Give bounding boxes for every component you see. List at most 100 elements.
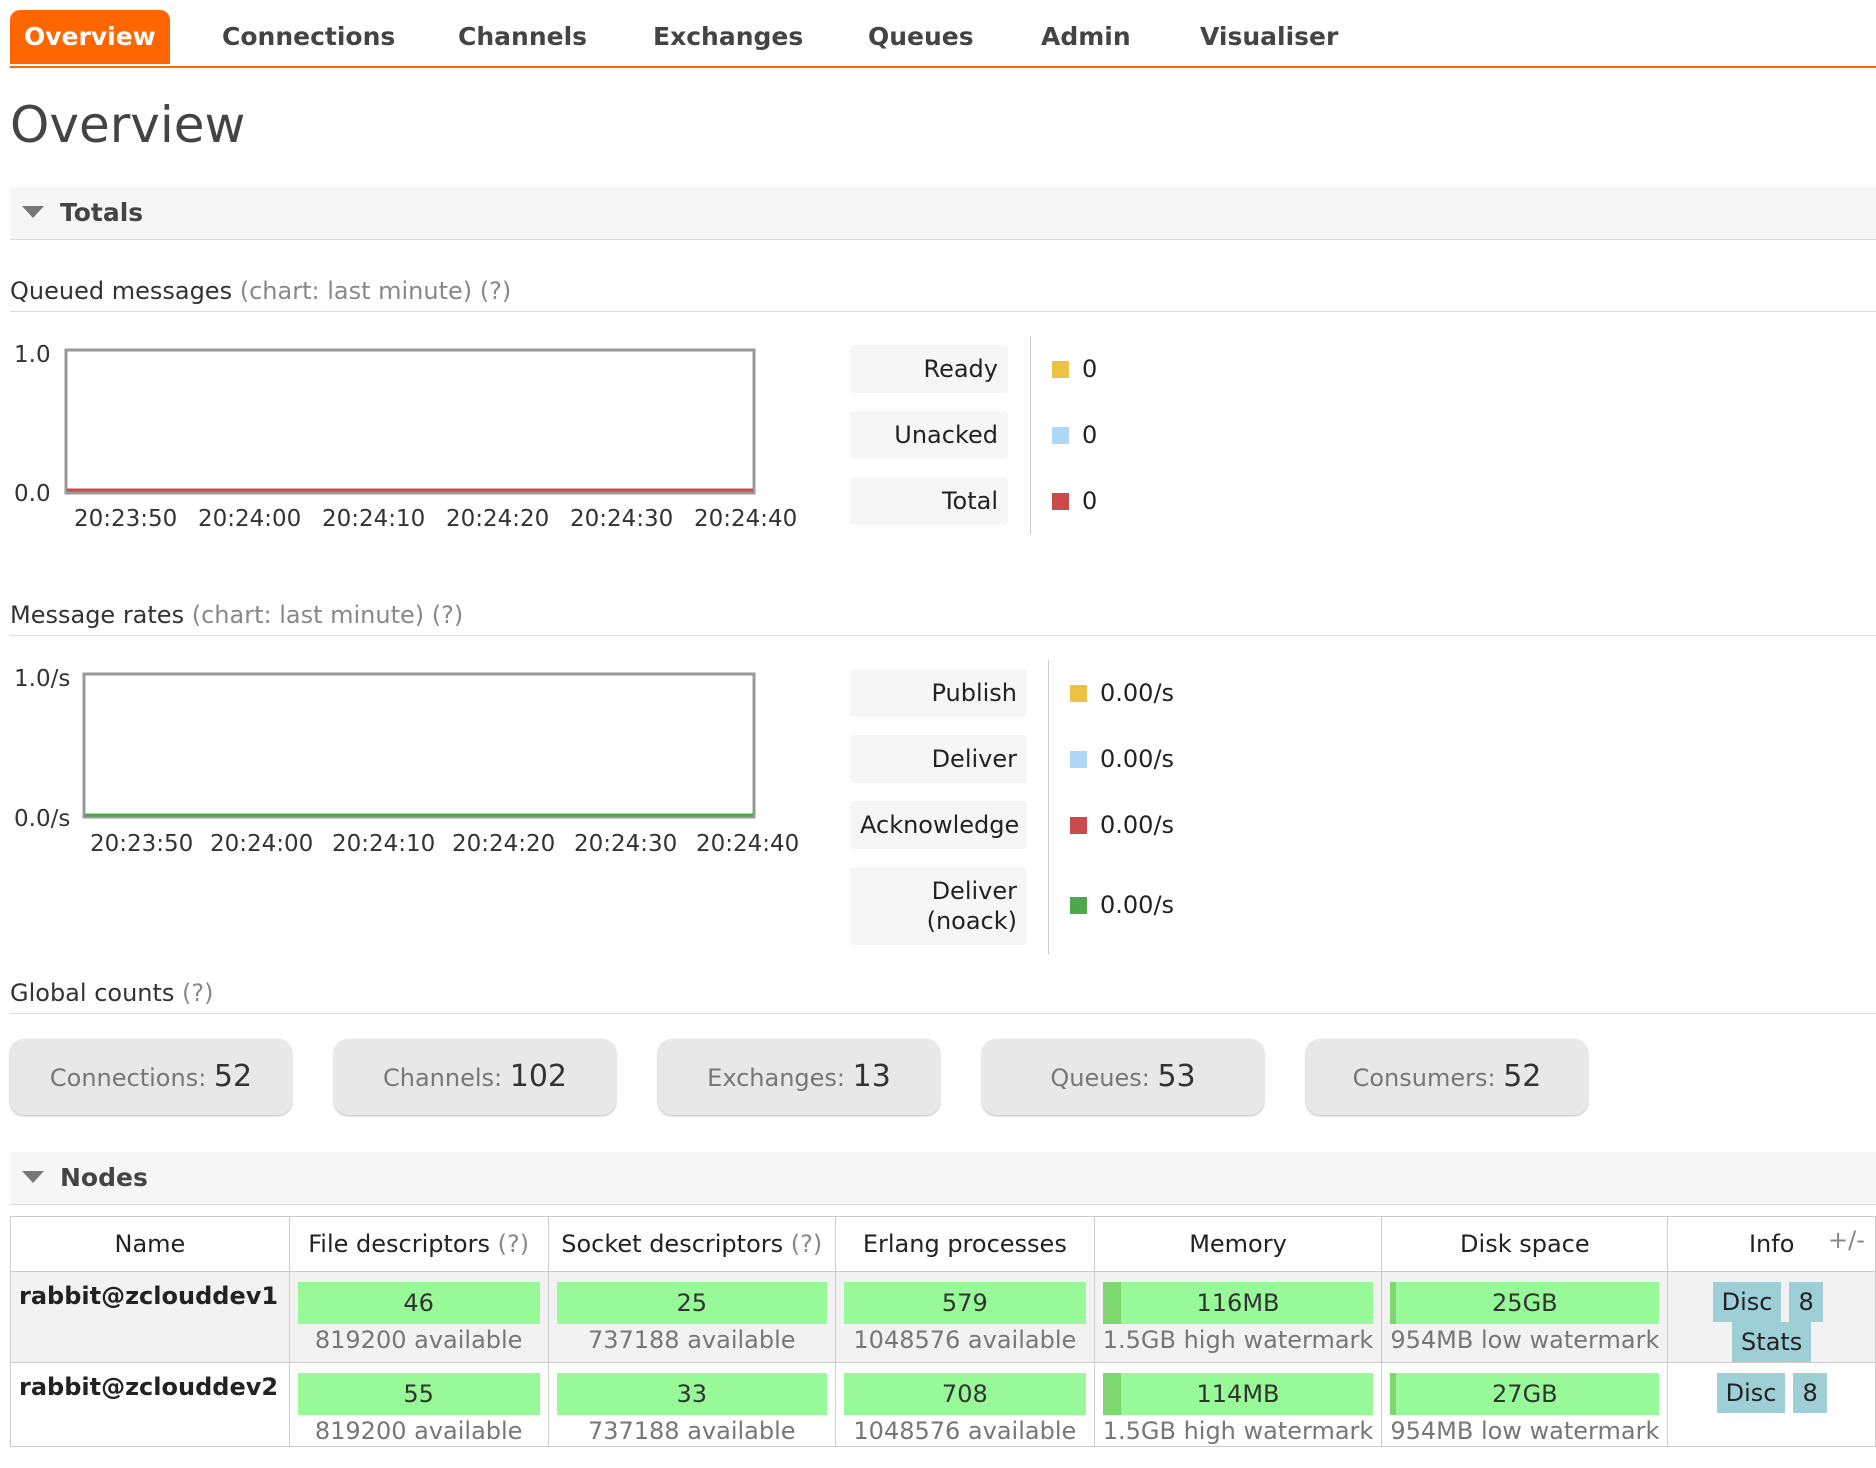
exchanges-count-button[interactable]: Exchanges: 13 (658, 1039, 940, 1115)
legend-deliver-swatch (1070, 751, 1087, 768)
rates-help-link[interactable]: (?) (432, 601, 463, 629)
disk-cell: 25GB 954MB low watermark (1381, 1271, 1669, 1363)
legend-deliver-noack-line1: Deliver (931, 877, 1017, 905)
memory-watermark: 1.5GB high watermark (1102, 1417, 1374, 1445)
table-row: rabbit@zclouddev2 55 819200 available 33… (10, 1362, 1876, 1447)
count-label: Queues: (1050, 1064, 1150, 1092)
header-file-descriptors: File descriptors (?) (288, 1216, 549, 1272)
rates-y-top-label: 1.0/s (14, 666, 70, 692)
connections-count-button[interactable]: Connections: 52 (10, 1039, 292, 1115)
header-memory: Memory (1093, 1216, 1383, 1272)
disk-usage-bar: 27GB (1390, 1373, 1660, 1415)
message-rates-label: Message rates (10, 601, 185, 629)
header-disk-space: Disk space (1381, 1216, 1669, 1272)
count-label: Consumers: (1352, 1064, 1496, 1092)
count-label: Connections: (49, 1064, 207, 1092)
erlang-usage-bar: 708 (843, 1373, 1086, 1415)
legend-publish-label: Publish (850, 669, 1027, 717)
queued-x-tick: 20:23:50 (74, 506, 177, 532)
page-title: Overview (10, 96, 246, 154)
header-sd-label: Socket descriptors (561, 1230, 784, 1258)
sd-available: 737188 available (587, 1417, 796, 1445)
nodes-table: Name File descriptors (?) Socket descrip… (10, 1216, 1876, 1447)
legend-publish-value: 0.00/s (1100, 679, 1175, 707)
legend-divider (1048, 660, 1049, 954)
rates-y-bottom-label: 0.0/s (14, 806, 70, 832)
queues-count-button[interactable]: Queues: 53 (982, 1039, 1264, 1115)
totals-section-toggle[interactable]: Totals (10, 187, 1876, 240)
disk-cell: 27GB 954MB low watermark (1381, 1362, 1669, 1447)
queued-chart-range-link[interactable]: (chart: last minute) (240, 277, 472, 305)
queued-messages-heading: Queued messages (chart: last minute) (?) (10, 271, 1876, 312)
rates-x-tick: 20:24:30 (574, 831, 677, 857)
stats-badge: Stats (1732, 1322, 1812, 1362)
tab-connections[interactable]: Connections (222, 10, 395, 64)
rates-x-tick: 20:24:10 (332, 831, 435, 857)
queued-x-tick: 20:24:30 (570, 506, 673, 532)
count-value: 52 (213, 1059, 253, 1094)
disc-badge: Disc (1716, 1373, 1786, 1413)
legend-acknowledge-swatch (1070, 817, 1087, 834)
rates-x-tick: 20:23:50 (90, 831, 193, 857)
legend-deliver-noack-value: 0.00/s (1100, 891, 1175, 919)
legend-total-label: Total (850, 477, 1008, 525)
memory-value: 114MB (1196, 1380, 1280, 1408)
memory-cell: 116MB 1.5GB high watermark (1093, 1271, 1383, 1363)
tab-channels[interactable]: Channels (458, 10, 587, 64)
node-name-link[interactable]: rabbit@zclouddev1 (19, 1282, 278, 1310)
queued-help-link[interactable]: (?) (480, 277, 511, 305)
fd-cell: 46 819200 available (288, 1271, 549, 1363)
node-name-cell: rabbit@zclouddev2 (10, 1362, 290, 1447)
rates-plot-area (82, 672, 756, 819)
memory-usage-bar: 116MB (1102, 1282, 1374, 1324)
header-fd-label: File descriptors (308, 1230, 490, 1258)
memory-watermark: 1.5GB high watermark (1102, 1326, 1374, 1354)
tab-admin[interactable]: Admin (1041, 10, 1131, 64)
tab-overview[interactable]: Overview (10, 10, 170, 64)
legend-unacked-value: 0 (1082, 421, 1098, 449)
legend-total-swatch (1052, 493, 1069, 510)
message-rates-heading: Message rates (chart: last minute) (?) (10, 595, 1876, 636)
legend-acknowledge-value: 0.00/s (1100, 811, 1175, 839)
channels-count-button[interactable]: Channels: 102 (334, 1039, 616, 1115)
erlang-available: 1048576 available (853, 1326, 1077, 1354)
tab-visualiser[interactable]: Visualiser (1200, 10, 1338, 64)
disk-used-marker (1390, 1282, 1397, 1324)
sd-cell: 33 737188 available (547, 1362, 836, 1447)
tab-queues[interactable]: Queues (868, 10, 974, 64)
node-name-link[interactable]: rabbit@zclouddev2 (19, 1373, 278, 1401)
sd-available: 737188 available (587, 1326, 796, 1354)
legend-unacked-label: Unacked (850, 411, 1008, 459)
queued-y-top-label: 1.0 (14, 342, 51, 368)
legend-deliver-value: 0.00/s (1100, 745, 1175, 773)
count-label: Exchanges: (707, 1064, 846, 1092)
fd-help-link[interactable]: (?) (498, 1230, 529, 1258)
erlang-cell: 708 1048576 available (834, 1362, 1095, 1447)
queued-x-tick: 20:24:40 (694, 506, 797, 532)
info-cell: Disc 8Stats (1667, 1271, 1876, 1363)
legend-acknowledge-label: Acknowledge (850, 801, 1027, 849)
fd-usage-bar: 46 (297, 1282, 540, 1324)
cores-badge: 8 (1789, 1282, 1823, 1322)
sd-help-link[interactable]: (?) (791, 1230, 822, 1258)
queued-x-tick: 20:24:00 (198, 506, 301, 532)
consumers-count-button[interactable]: Consumers: 52 (1306, 1039, 1588, 1115)
legend-ready-swatch (1052, 361, 1069, 378)
legend-deliver-noack-line2: (noack) (926, 907, 1017, 935)
queued-plot-area (64, 348, 756, 495)
legend-publish-swatch (1070, 685, 1087, 702)
tab-exchanges[interactable]: Exchanges (653, 10, 803, 64)
global-counts-help-link[interactable]: (?) (182, 979, 213, 1007)
count-label: Channels: (382, 1064, 503, 1092)
collapse-triangle-icon (22, 1171, 44, 1183)
count-value: 102 (509, 1059, 568, 1094)
fd-usage-bar: 55 (297, 1373, 540, 1415)
disk-used-marker (1390, 1373, 1397, 1415)
rates-chart-range-link[interactable]: (chart: last minute) (192, 601, 424, 629)
totals-title: Totals (60, 198, 144, 227)
fd-cell: 55 819200 available (288, 1362, 549, 1447)
collapse-triangle-icon (22, 206, 44, 218)
nodes-section-toggle[interactable]: Nodes (10, 1152, 1876, 1205)
count-value: 53 (1157, 1059, 1196, 1094)
header-socket-descriptors: Socket descriptors (?) (547, 1216, 836, 1272)
